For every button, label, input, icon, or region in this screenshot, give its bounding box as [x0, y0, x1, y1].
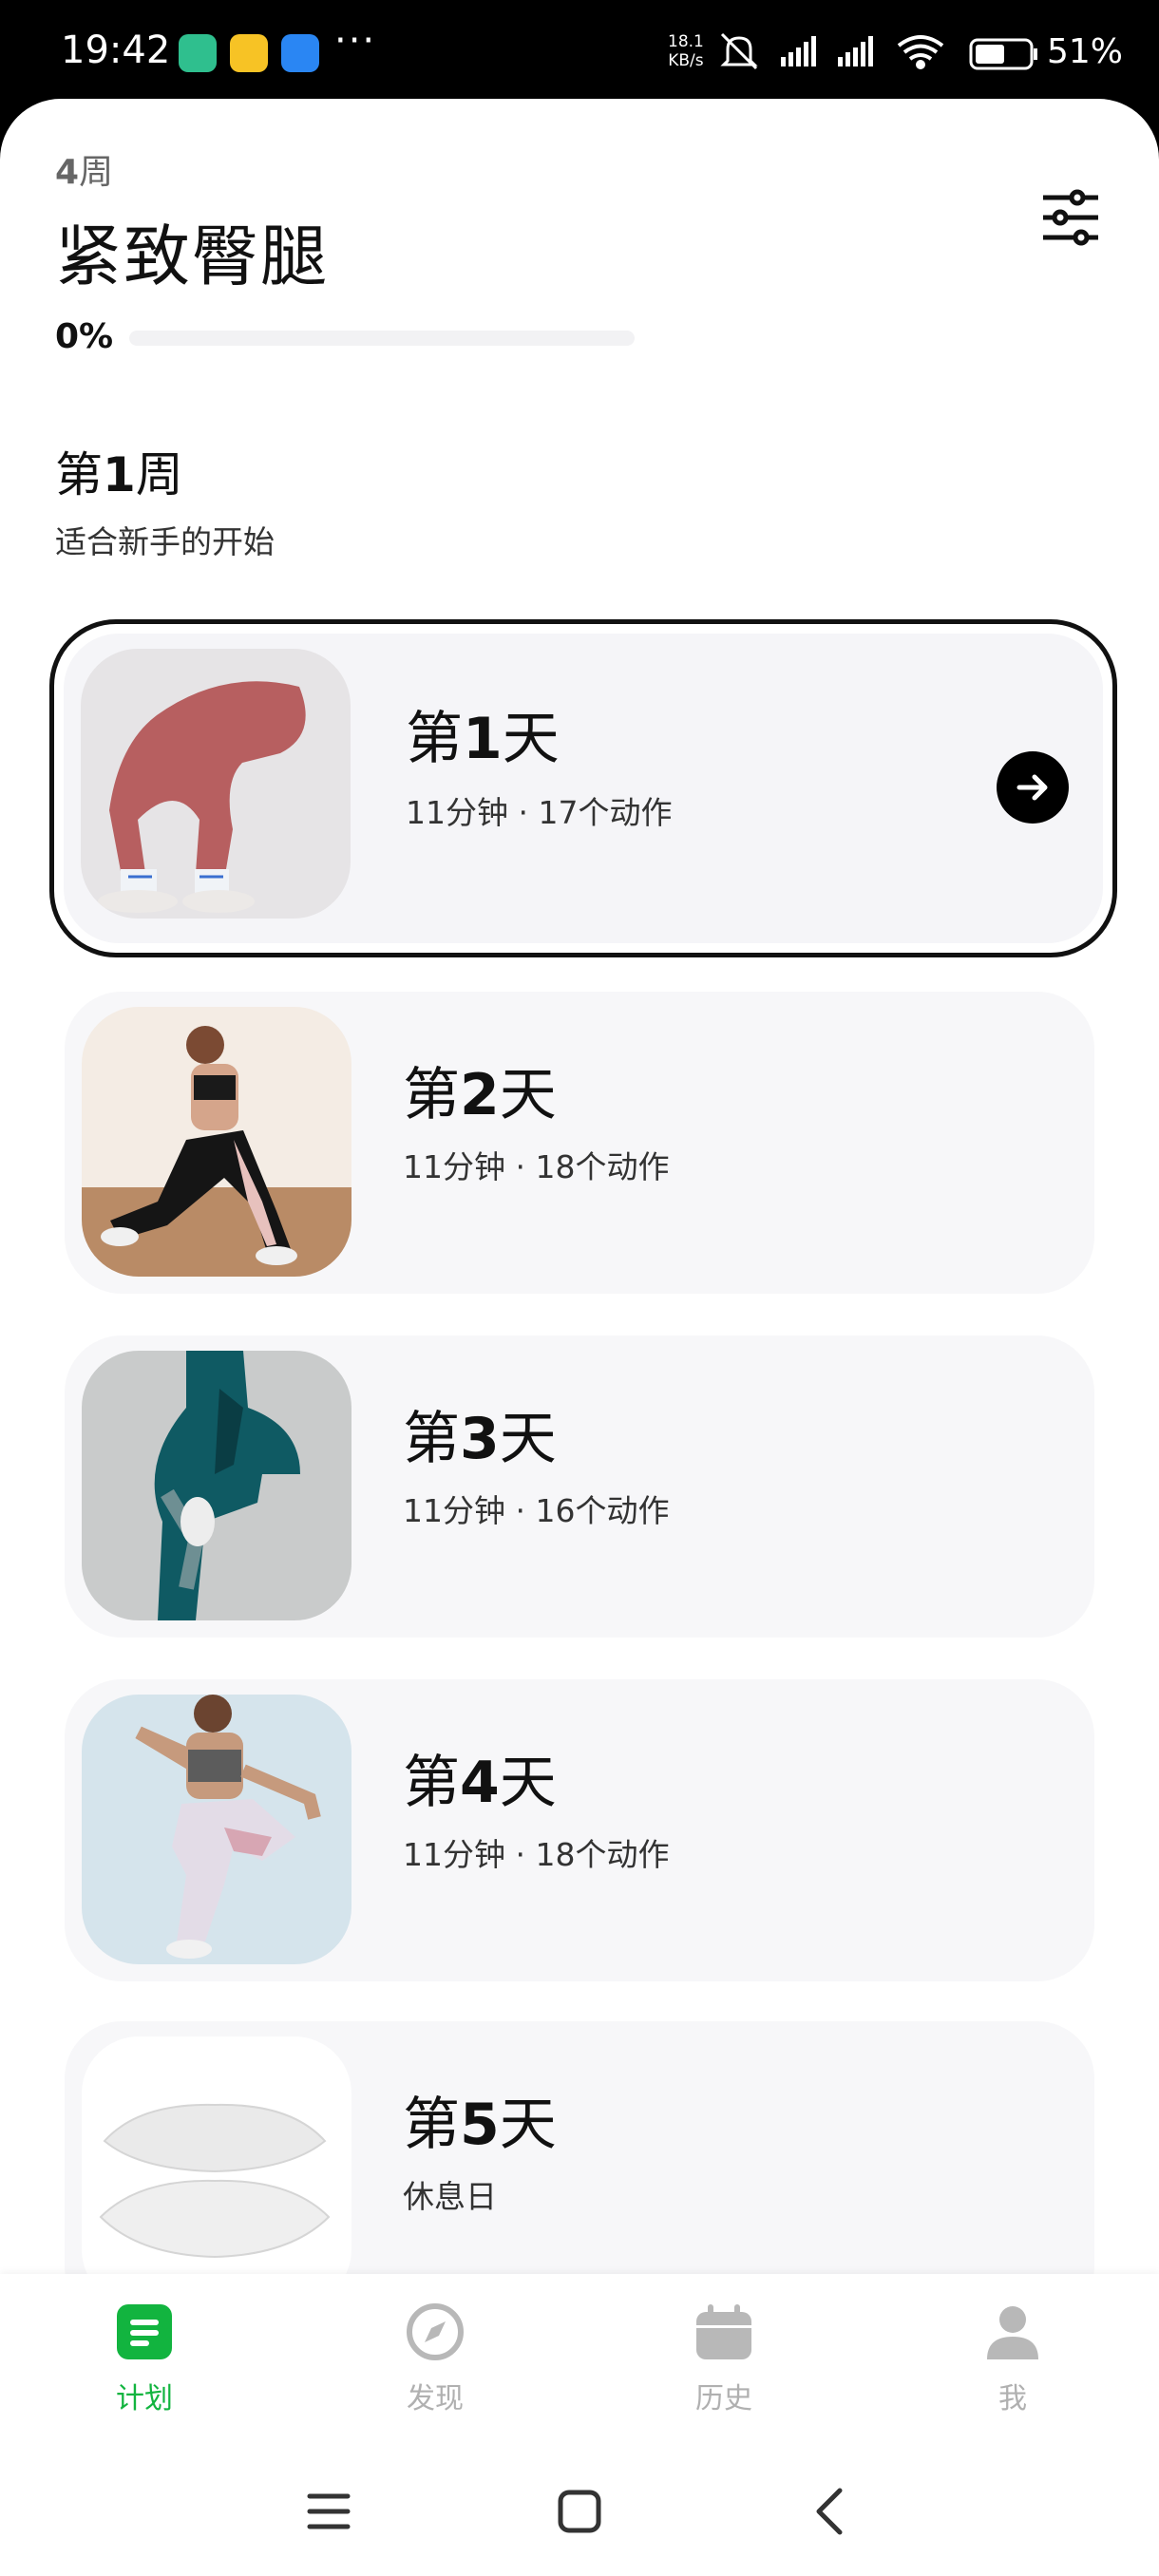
- day-1-meta: 11分钟 · 17个动作: [406, 794, 673, 831]
- day-4-title: 第4天: [403, 1736, 557, 1819]
- app-notification-icon: [179, 34, 217, 72]
- start-day-button[interactable]: [997, 751, 1069, 824]
- app-notification-icon: [230, 34, 268, 72]
- day-2-thumbnail: [82, 1007, 352, 1277]
- system-nav-bar: [0, 2453, 1159, 2576]
- week-subtitle: 适合新手的开始: [55, 523, 275, 560]
- day-1-number: 1: [463, 706, 503, 772]
- day-3-title-prefix: 第: [403, 1406, 460, 1472]
- network-speed: 18.1 KB/s: [668, 32, 704, 70]
- day-4-thumbnail: [82, 1695, 352, 1964]
- nav-tab-discover-label: 发现: [407, 2382, 464, 2415]
- day-card-5[interactable]: 第5天 休息日: [65, 2021, 1094, 2274]
- high-knee-workout-image: [82, 1695, 352, 1964]
- day-5-title: 第5天: [403, 2078, 557, 2161]
- week-title: 第1周: [55, 437, 183, 505]
- plan-duration-unit: 周: [79, 153, 114, 192]
- network-speed-value: 18.1: [668, 32, 704, 51]
- day-2-meta: 11分钟 · 18个动作: [403, 1148, 670, 1185]
- battery-percent: 51%: [1047, 32, 1124, 71]
- day-5-meta: 休息日: [403, 2178, 497, 2215]
- day-1-title-suffix: 天: [502, 706, 560, 772]
- status-icons: [720, 32, 1037, 70]
- signal-icon: [781, 36, 816, 66]
- nav-tab-history[interactable]: 历史: [657, 2302, 790, 2416]
- nav-tab-me[interactable]: 我: [946, 2302, 1079, 2416]
- day-4-title-suffix: 天: [499, 1750, 557, 1816]
- day-card-3[interactable]: 第3天 11分钟 · 16个动作: [65, 1335, 1094, 1638]
- day-3-number: 3: [460, 1406, 500, 1472]
- filter-settings-icon[interactable]: [1037, 184, 1104, 251]
- nav-tab-discover[interactable]: 发现: [369, 2302, 502, 2416]
- day-5-title-suffix: 天: [499, 2092, 557, 2158]
- day-2-title: 第2天: [403, 1049, 557, 1131]
- nav-tab-history-label: 历史: [695, 2382, 752, 2415]
- week-title-suffix: 周: [135, 447, 183, 502]
- compass-icon: [407, 2303, 464, 2360]
- day-5-thumbnail: [82, 2036, 352, 2274]
- week-number: 1: [103, 447, 136, 502]
- status-time: 19:42: [61, 28, 171, 72]
- nav-tab-me-label: 我: [998, 2382, 1027, 2415]
- user-profile-icon: [987, 2306, 1038, 2359]
- day-2-number: 2: [460, 1062, 500, 1128]
- day-5-title-prefix: 第: [403, 2092, 460, 2158]
- week-title-prefix: 第: [55, 447, 103, 502]
- plan-duration-number: 4: [55, 153, 80, 192]
- recent-apps-icon[interactable]: [300, 2483, 357, 2540]
- day-1-thumbnail: [81, 649, 351, 919]
- nav-tab-plan-label: 计划: [116, 2382, 173, 2415]
- progress-percent: 0%: [55, 317, 114, 356]
- more-notifications-icon: ···: [334, 19, 377, 63]
- plan-duration: 4周: [55, 144, 113, 194]
- app-store-notification-icon: [281, 34, 319, 72]
- back-icon[interactable]: [804, 2483, 861, 2540]
- day-card-4[interactable]: 第4天 11分钟 · 18个动作: [65, 1679, 1094, 1981]
- status-bar: 19:42 ··· 18.1 KB/s 51%: [0, 0, 1159, 104]
- day-3-meta: 11分钟 · 16个动作: [403, 1492, 670, 1529]
- day-1-title-prefix: 第: [406, 706, 463, 772]
- plan-sheet: 4周 紧致臀腿 0% 第1周 适合新手的开始 第1天 11分钟 · 17个动作 …: [0, 99, 1159, 2274]
- progress-bar: [129, 331, 635, 346]
- day-3-thumbnail: [82, 1351, 352, 1620]
- nav-tab-plan[interactable]: 计划: [78, 2302, 211, 2416]
- day-2-title-prefix: 第: [403, 1062, 460, 1128]
- day-card-2[interactable]: 第2天 11分钟 · 18个动作: [65, 992, 1094, 1294]
- calendar-icon: [696, 2304, 751, 2359]
- bottom-nav: 计划 发现 历史 我: [0, 2274, 1159, 2453]
- squat-workout-image: [81, 649, 351, 919]
- day-3-title: 第3天: [403, 1392, 557, 1475]
- wifi-icon: [897, 35, 944, 69]
- day-2-title-suffix: 天: [499, 1062, 557, 1128]
- lunge-workout-image: [82, 1007, 352, 1277]
- day-3-title-suffix: 天: [499, 1406, 557, 1472]
- arrow-right-icon: [1016, 774, 1048, 801]
- day-4-number: 4: [460, 1750, 500, 1816]
- day-card-1[interactable]: 第1天 11分钟 · 17个动作: [49, 619, 1117, 957]
- plan-icon: [117, 2304, 172, 2359]
- knee-raise-workout-image: [82, 1351, 352, 1620]
- day-1-title: 第1天: [406, 692, 560, 775]
- day-4-title-prefix: 第: [403, 1750, 460, 1816]
- network-speed-unit: KB/s: [668, 51, 704, 70]
- pillow-rest-day-image: [82, 2036, 352, 2274]
- battery-icon: [969, 38, 1037, 70]
- plan-title: 紧致臀腿: [55, 218, 329, 295]
- home-icon[interactable]: [551, 2483, 608, 2540]
- mute-icon: [720, 32, 758, 70]
- day-5-number: 5: [460, 2092, 500, 2158]
- day-4-meta: 11分钟 · 18个动作: [403, 1836, 670, 1873]
- signal-hd-icon: [838, 36, 873, 66]
